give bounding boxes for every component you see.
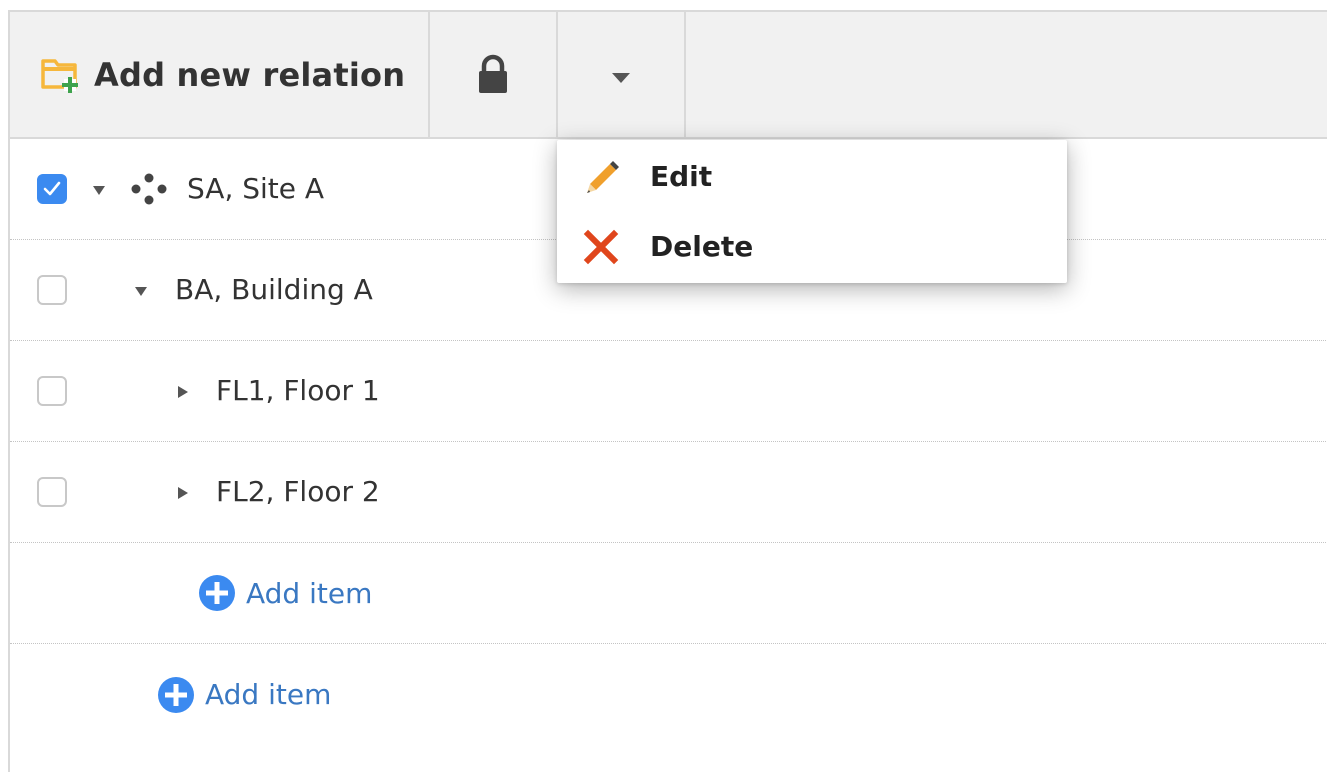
toolbar: Add new relation	[10, 12, 1327, 139]
tree-row-label[interactable]: SA, Site A	[187, 171, 324, 207]
menu-item-label: Edit	[650, 160, 713, 193]
lock-button[interactable]	[430, 12, 558, 137]
plus-circle-icon	[157, 676, 195, 714]
add-new-relation-button[interactable]: Add new relation	[10, 12, 430, 137]
row-checkbox[interactable]	[37, 477, 67, 507]
pencil-icon	[581, 157, 621, 197]
menu-item-label: Delete	[650, 230, 754, 263]
add-item-button[interactable]: Add item	[157, 676, 331, 714]
tree-row: FL2, Floor 2	[10, 442, 1327, 543]
tree-row-label[interactable]: BA, Building A	[175, 272, 373, 308]
plus-circle-icon	[198, 574, 236, 612]
caret-down-icon	[611, 69, 631, 83]
relation-panel: Add new relation SA, Site A BA, Building…	[8, 10, 1327, 772]
expand-caret-down-icon[interactable]	[134, 283, 148, 297]
expand-caret-right-icon[interactable]	[176, 485, 190, 499]
folder-plus-icon	[40, 55, 80, 95]
actions-dropdown-button[interactable]	[558, 12, 686, 137]
add-item-row: Add item	[10, 644, 1327, 745]
add-item-label: Add item	[246, 576, 373, 610]
menu-item-edit[interactable]: Edit	[557, 142, 1067, 212]
row-checkbox[interactable]	[37, 174, 67, 204]
expand-caret-down-icon[interactable]	[92, 182, 106, 196]
row-checkbox[interactable]	[37, 376, 67, 406]
actions-dropdown-menu: Edit Delete	[557, 140, 1067, 283]
tree-row-label[interactable]: FL1, Floor 1	[216, 373, 380, 409]
add-new-relation-label: Add new relation	[94, 55, 406, 94]
site-nodes-icon	[131, 172, 167, 210]
add-item-button[interactable]: Add item	[198, 574, 372, 612]
expand-caret-right-icon[interactable]	[176, 384, 190, 398]
add-item-label: Add item	[205, 678, 332, 711]
lock-icon	[473, 53, 513, 97]
tree-row: FL1, Floor 1	[10, 341, 1327, 442]
add-item-row: Add item	[10, 543, 1327, 644]
menu-item-delete[interactable]: Delete	[557, 212, 1067, 282]
tree-row-label[interactable]: FL2, Floor 2	[216, 474, 380, 510]
row-checkbox[interactable]	[37, 275, 67, 305]
close-x-icon	[581, 227, 621, 267]
